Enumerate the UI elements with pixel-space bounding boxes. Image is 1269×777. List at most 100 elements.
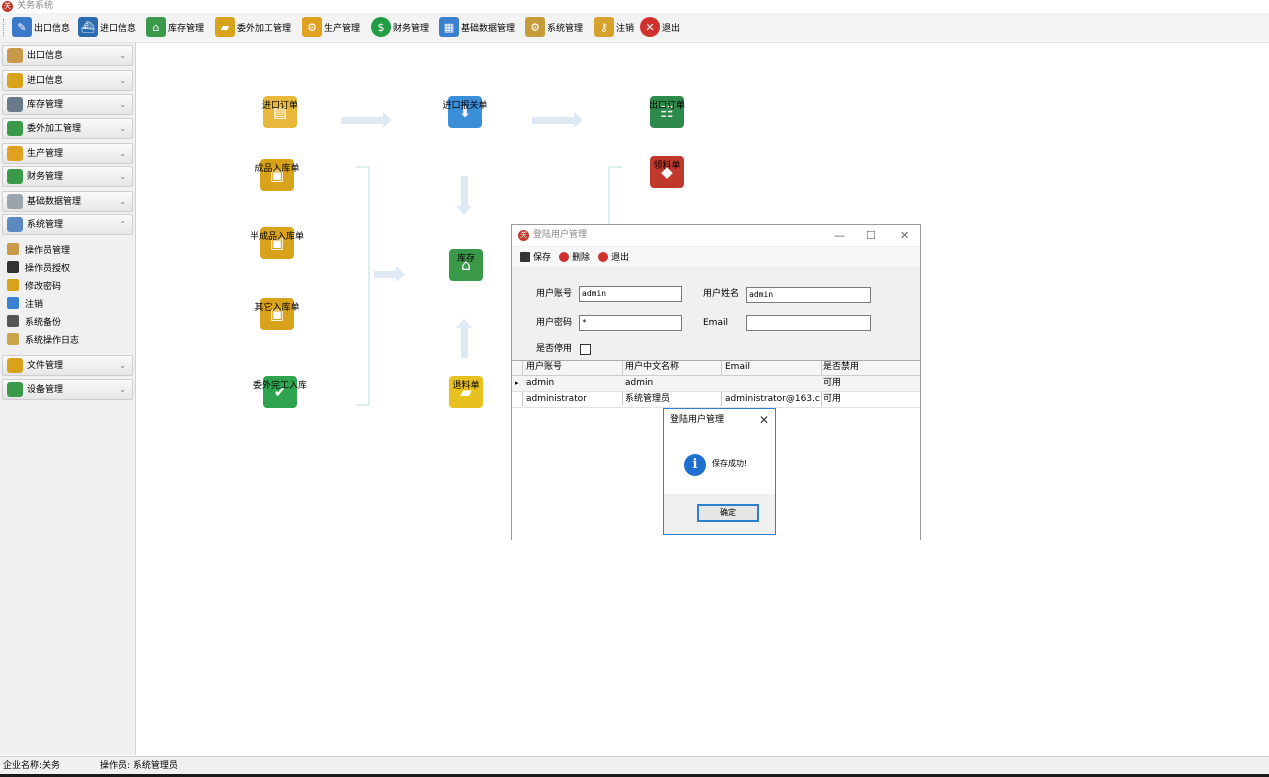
sidebar-group-production[interactable]: 生产管理 ⌄ (2, 143, 133, 164)
flow-material-requisition[interactable]: ◆ 领料单 (627, 156, 707, 188)
flow-inventory[interactable]: ⌂ 库存 (426, 249, 506, 281)
toolbar-logout-button[interactable]: ⚷ 注销 (594, 16, 634, 38)
account-input[interactable]: admin (579, 286, 682, 302)
sidebar-group-export-info[interactable]: 出口信息 ⌄ (2, 45, 133, 66)
toolbar-production-button[interactable]: ⚙ 生产管理 (302, 16, 360, 38)
ruler-icon (7, 194, 23, 209)
table-row[interactable]: ▸ admin admin 可用 (512, 376, 920, 392)
sidebar-group-system[interactable]: 系统管理 ⌃ (2, 214, 133, 235)
chevron-down-icon: ⌄ (119, 51, 126, 60)
sidebar-group-basic-data[interactable]: 基础数据管理 ⌄ (2, 191, 133, 212)
grid-cell[interactable]: 可用 (823, 376, 841, 391)
flow-arrow-right (341, 112, 392, 128)
chevron-down-icon: ⌄ (119, 100, 126, 109)
sidebar-group-inventory[interactable]: 库存管理 ⌄ (2, 94, 133, 115)
sidebar-group-import-info[interactable]: 进口信息 ⌄ (2, 70, 133, 91)
name-input[interactable]: admin (746, 287, 871, 303)
current-row-indicator-icon: ▸ (515, 379, 519, 387)
sidebar-group-device[interactable]: 设备管理 ⌄ (2, 379, 133, 400)
disabled-checkbox[interactable] (580, 344, 591, 355)
sidebar-group-outsourcing[interactable]: 委外加工管理 ⌄ (2, 118, 133, 139)
flow-finished-goods-receipt[interactable]: ▣ 成品入库单 (237, 159, 317, 191)
messagebox-title: 登陆用户管理 (670, 415, 725, 425)
dollar-icon: $ (371, 17, 391, 37)
grid-column-header[interactable]: 用户账号 (526, 360, 562, 375)
toolbar-finance-button[interactable]: $ 财务管理 (371, 16, 429, 38)
grid-cell[interactable]: admin (526, 376, 554, 391)
save-icon (520, 251, 530, 262)
grid-column-header[interactable]: Email (725, 360, 750, 375)
flow-import-order[interactable]: ▤ 进口订单 (240, 96, 320, 128)
dialog-titlebar[interactable]: 关 登陆用户管理 — ☐ ✕ (512, 225, 920, 247)
toolbar-grip[interactable] (3, 19, 7, 37)
flow-label: 半成品入库单 (249, 232, 304, 242)
table-row[interactable]: administrator 系统管理员 administrator@163.c.… (512, 392, 920, 408)
grid-cell[interactable]: administrator@163.c... (725, 392, 820, 407)
minimize-button[interactable]: — (834, 225, 845, 246)
toolbar-label: 基础数据管理 (461, 23, 516, 34)
sidebar-group-label: 进口信息 (27, 76, 64, 86)
toolbar-import-info-button[interactable]: ⛴ 进口信息 (78, 16, 136, 38)
grid-cell[interactable]: 可用 (823, 392, 841, 407)
toolbar-inventory-button[interactable]: ⌂ 库存管理 (146, 16, 204, 38)
flow-outsourced-completion-receipt[interactable]: ✔ 委外完工入库 (240, 376, 320, 408)
app-logo-icon: 关 (2, 1, 13, 12)
exit-button[interactable]: 退出 (598, 250, 629, 263)
sidebar-item-logout[interactable]: 注销 (7, 295, 43, 311)
flow-import-declaration[interactable]: ⬇ 进口报关单 (425, 96, 505, 128)
toolbar-label: 退出 (662, 23, 681, 34)
toolbar-label: 委外加工管理 (237, 23, 292, 34)
toolbar-export-info-button[interactable]: ✎ 出口信息 (12, 16, 70, 38)
flow-other-receipt[interactable]: ▣ 其它入库单 (237, 298, 317, 330)
flow-semi-finished-receipt[interactable]: ▣ 半成品入库单 (237, 227, 317, 259)
key-icon: ⚷ (594, 17, 614, 37)
flow-arrow-up (456, 319, 472, 358)
sidebar-item-label: 操作员管理 (25, 245, 71, 256)
flow-arrow-right (532, 112, 583, 128)
save-button[interactable]: 保存 (520, 250, 551, 263)
folder-icon: ▰ (215, 17, 235, 37)
toolbar-basic-data-button[interactable]: ▦ 基础数据管理 (439, 16, 515, 38)
maximize-button[interactable]: ☐ (866, 225, 876, 246)
table-icon: ▦ (439, 17, 459, 37)
app-logo-icon: 关 (518, 230, 529, 241)
diamond-icon (7, 48, 23, 63)
delete-button[interactable]: 删除 (559, 250, 590, 263)
ok-button[interactable]: 确定 (697, 504, 759, 522)
sidebar-item-operation-log[interactable]: 系统操作日志 (7, 331, 79, 347)
chevron-down-icon: ⌄ (119, 124, 126, 133)
flow-export-order[interactable]: ☷ 出口订单 (627, 96, 707, 128)
grid-column-header[interactable]: 是否禁用 (823, 360, 859, 375)
sidebar-group-file[interactable]: 文件管理 ⌄ (2, 355, 133, 376)
toolbar-outsourcing-button[interactable]: ▰ 委外加工管理 (215, 16, 291, 38)
chevron-down-icon: ⌄ (119, 361, 126, 370)
grid-cell[interactable]: administrator (526, 392, 587, 407)
folder-icon (7, 121, 23, 136)
messagebox-close-button[interactable]: ✕ (759, 409, 769, 431)
delete-icon (559, 251, 569, 262)
grid-cell[interactable]: 系统管理员 (625, 392, 670, 407)
messagebox-footer: 确定 (664, 494, 775, 534)
app-title: 关务系统 (17, 1, 54, 11)
toolbar-exit-button[interactable]: ✕ 退出 (640, 16, 680, 38)
toolbar-label: 注销 (616, 23, 635, 34)
sidebar-item-change-password[interactable]: 修改密码 (7, 277, 61, 293)
toolbar-label: 财务管理 (393, 23, 430, 34)
password-input[interactable]: * (579, 315, 682, 331)
disabled-label: 是否停用 (536, 344, 573, 354)
grid-cell[interactable]: admin (625, 376, 653, 391)
flow-material-return[interactable]: ▰ 退料单 (426, 376, 506, 408)
toolbar-system-button[interactable]: ⚙ 系统管理 (525, 16, 583, 38)
grid-column-header[interactable]: 用户中文名称 (625, 360, 679, 375)
sidebar: 出口信息 ⌄ 进口信息 ⌄ 库存管理 ⌄ 委外加工管理 ⌄ 生产管理 ⌄ 财务管… (0, 43, 136, 755)
gears-icon: ⚙ (525, 17, 545, 37)
dialog-title: 登陆用户管理 (533, 230, 588, 240)
chevron-down-icon: ⌄ (119, 385, 126, 394)
sidebar-item-system-backup[interactable]: 系统备份 (7, 313, 61, 329)
gear-icon (7, 146, 23, 161)
sidebar-item-operator-management[interactable]: 操作员管理 (7, 241, 70, 257)
sidebar-item-operator-authorization[interactable]: 操作员授权 (7, 259, 70, 275)
close-button[interactable]: ✕ (900, 225, 909, 246)
email-input[interactable] (746, 315, 871, 331)
sidebar-group-finance[interactable]: 财务管理 ⌄ (2, 166, 133, 187)
